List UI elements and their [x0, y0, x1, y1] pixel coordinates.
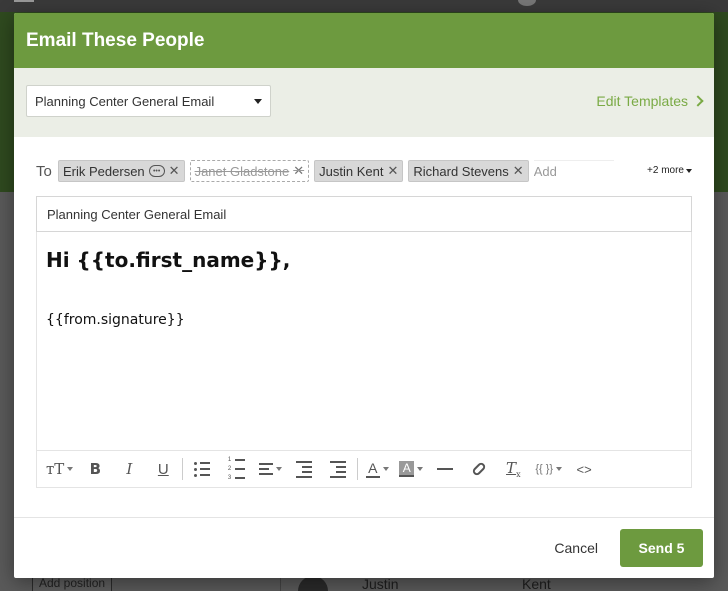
add-recipient-input[interactable] — [533, 160, 614, 182]
template-select-value: Planning Center General Email — [35, 93, 215, 109]
chevron-down-icon — [254, 98, 262, 104]
outdent-button[interactable] — [287, 455, 321, 483]
caret-down-icon — [67, 467, 74, 471]
recipient-chip-janet[interactable]: Janet Gladstone ✕ — [189, 160, 310, 182]
more-recipients-label: +2 more — [647, 165, 684, 176]
caret-down-icon — [275, 467, 282, 471]
recipient-name: Justin Kent — [319, 163, 384, 179]
indent-icon — [330, 460, 347, 478]
code-icon: <> — [576, 461, 592, 477]
background-color-button[interactable]: A — [394, 455, 428, 483]
horizontal-rule-button[interactable] — [428, 455, 462, 483]
app-topbar — [0, 0, 728, 12]
remove-recipient-icon[interactable]: ✕ — [293, 163, 304, 179]
recipient-name: Janet Gladstone — [194, 163, 290, 179]
clear-format-icon: Tx — [506, 459, 521, 479]
recipient-name: Richard Stevens — [413, 163, 509, 179]
template-bar: Planning Center General Email Edit Templ… — [14, 68, 714, 137]
row-first-name: Justin — [362, 576, 399, 591]
row-last-name: Kent — [522, 576, 551, 591]
caret-down-icon — [686, 168, 692, 173]
underline-button[interactable]: U — [146, 455, 180, 483]
comment-icon[interactable]: ••• — [148, 165, 165, 177]
caret-down-icon — [382, 467, 389, 471]
menu-icon — [14, 0, 34, 2]
italic-icon: I — [126, 460, 133, 478]
merge-fields-icon: {{ }} — [535, 463, 554, 475]
background-color-icon: A — [399, 461, 415, 477]
modal-footer: Cancel Send 5 — [14, 517, 714, 578]
template-select[interactable]: Planning Center General Email — [26, 85, 271, 117]
cancel-button[interactable]: Cancel — [554, 540, 598, 556]
chevron-right-icon — [692, 95, 704, 107]
subject-field[interactable]: Planning Center General Email — [36, 196, 692, 232]
italic-button[interactable]: I — [112, 455, 146, 483]
bold-button[interactable]: B — [78, 455, 112, 483]
message-editor[interactable]: Hi {{to.first_name}}, {{from.signature}} — [36, 232, 692, 450]
recipient-chips: Erik Pedersen ••• ✕ Janet Gladstone ✕ Ju… — [58, 160, 692, 182]
modal-header: Email These People — [14, 13, 714, 68]
edit-templates-link[interactable]: Edit Templates — [596, 93, 704, 109]
remove-recipient-icon[interactable]: ✕ — [513, 163, 524, 179]
email-body: To Erik Pedersen ••• ✕ Janet Gladstone ✕… — [14, 160, 714, 488]
bulleted-list-button[interactable] — [185, 455, 219, 483]
recipients-row: To Erik Pedersen ••• ✕ Janet Gladstone ✕… — [36, 160, 692, 182]
edit-templates-label: Edit Templates — [596, 93, 688, 109]
editor-toolbar: тT B I U 1 2 3 A A Tx {{}} <> — [36, 450, 692, 488]
recipient-name: Erik Pedersen — [63, 163, 145, 179]
font-color-button[interactable]: A — [360, 455, 394, 483]
table-divider — [280, 578, 281, 591]
recipient-chip-justin[interactable]: Justin Kent ✕ — [314, 160, 404, 182]
remove-recipient-icon[interactable]: ✕ — [387, 163, 398, 179]
clear-format-button[interactable]: Tx — [496, 455, 530, 483]
recipient-chip-richard[interactable]: Richard Stevens ✕ — [408, 160, 529, 182]
indent-button[interactable] — [321, 455, 355, 483]
horizontal-rule-icon — [437, 468, 454, 470]
send-button[interactable]: Send 5 — [620, 529, 703, 567]
underline-icon: U — [157, 460, 169, 478]
link-button[interactable] — [462, 455, 496, 483]
recipient-chip-erik[interactable]: Erik Pedersen ••• ✕ — [58, 160, 185, 182]
greeting-text: Hi {{to.first_name}}, — [46, 248, 291, 272]
align-button[interactable] — [253, 455, 287, 483]
align-left-icon — [258, 463, 273, 475]
toolbar-divider — [182, 458, 184, 480]
font-size-icon: тT — [46, 460, 65, 478]
numbered-list-button[interactable]: 1 2 3 — [219, 455, 253, 483]
to-label: To — [36, 162, 52, 180]
merge-fields-button[interactable]: {{ }} — [530, 455, 567, 483]
more-recipients-toggle[interactable]: +2 more — [647, 165, 692, 176]
toolbar-divider — [357, 458, 359, 480]
caret-down-icon — [556, 467, 563, 471]
font-color-icon: A — [365, 461, 380, 478]
bulleted-list-icon — [194, 461, 211, 477]
caret-down-icon — [417, 467, 424, 471]
outdent-icon — [296, 460, 313, 478]
remove-recipient-icon[interactable]: ✕ — [169, 163, 180, 179]
subject-value: Planning Center General Email — [47, 206, 227, 222]
bold-icon: B — [89, 460, 102, 478]
email-modal: Email These People Planning Center Gener… — [14, 13, 714, 578]
modal-title: Email These People — [26, 29, 205, 51]
link-icon — [471, 461, 488, 477]
code-view-button[interactable]: <> — [567, 455, 601, 483]
numbered-list-icon: 1 2 3 — [228, 457, 245, 481]
signature-text: {{from.signature}} — [46, 312, 185, 328]
font-size-button[interactable]: тT — [41, 455, 78, 483]
